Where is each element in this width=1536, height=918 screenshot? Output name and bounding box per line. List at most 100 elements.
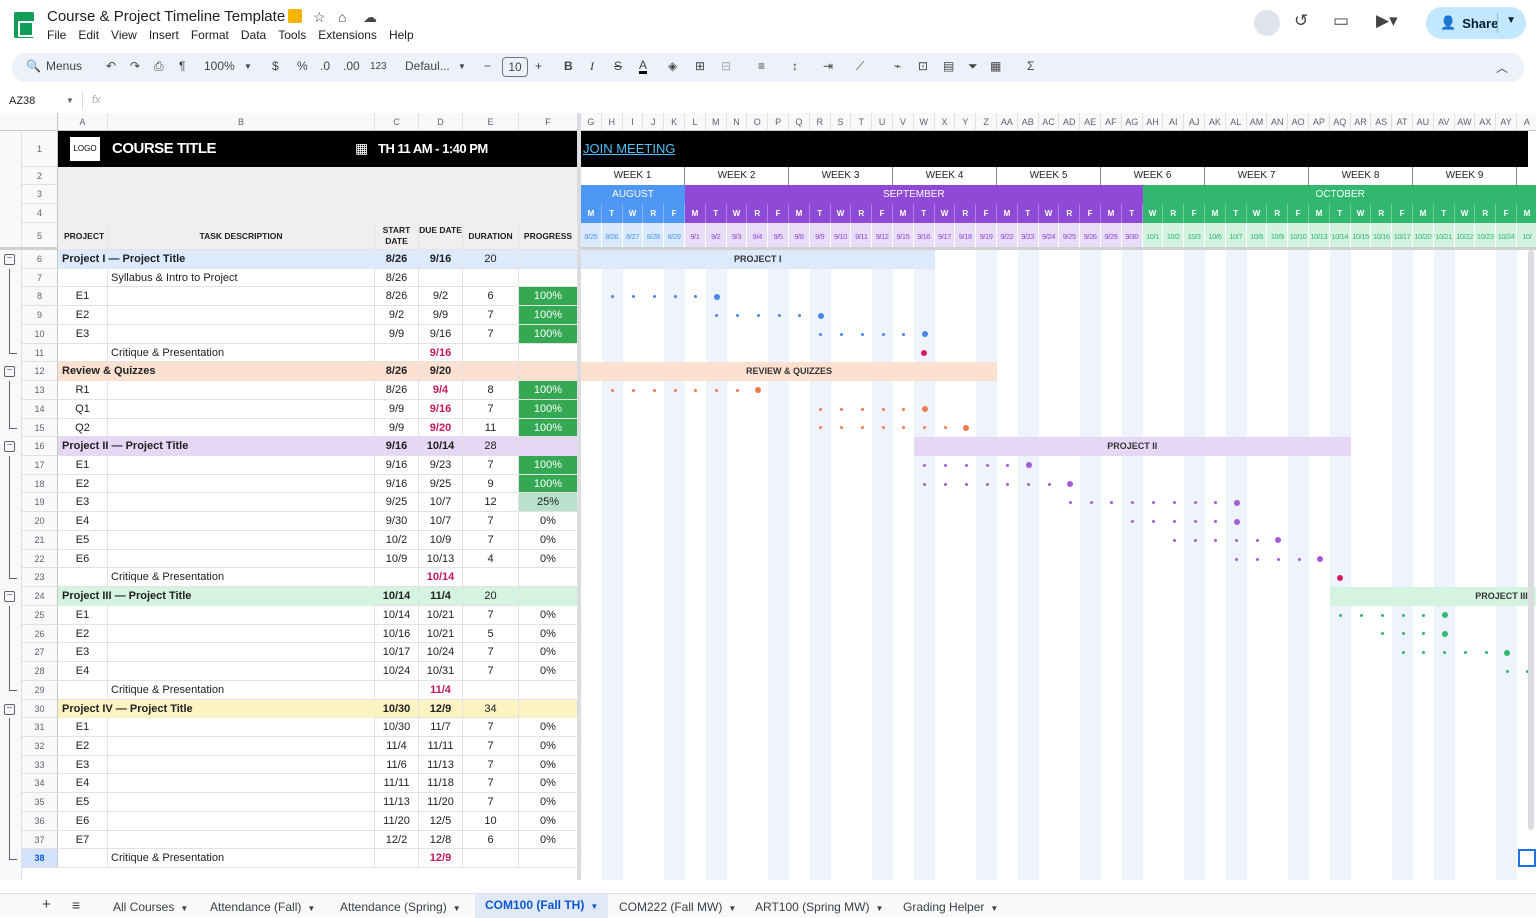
project-cell[interactable]: E3 — [58, 755, 108, 775]
menu-data[interactable]: Data — [241, 28, 266, 42]
chevron-down-icon[interactable]: ▼ — [875, 904, 883, 913]
duration-cell[interactable] — [463, 268, 519, 288]
due-date-cell[interactable]: 12/9 — [419, 699, 463, 719]
paint-format-icon[interactable]: ¶ — [179, 59, 185, 73]
row-header-27[interactable]: 27 — [22, 643, 58, 663]
duration-cell[interactable]: 34 — [463, 699, 519, 719]
project-cell[interactable]: R1 — [58, 381, 108, 400]
duration-cell[interactable]: 7 — [463, 512, 519, 531]
progress-cell[interactable]: 0% — [519, 718, 578, 737]
borders-icon[interactable]: ⊞ — [695, 59, 705, 73]
task-description-cell[interactable] — [108, 662, 375, 681]
task-description-cell[interactable] — [108, 399, 375, 419]
column-header-K[interactable]: K — [664, 113, 685, 131]
row-header-4[interactable]: 4 — [22, 204, 58, 223]
row-header-19[interactable]: 19 — [22, 493, 58, 513]
row-header-8[interactable]: 8 — [22, 287, 58, 307]
due-date-cell[interactable]: 11/7 — [419, 718, 463, 737]
column-header-N[interactable]: N — [726, 113, 748, 131]
chevron-down-icon[interactable]: ▼ — [1506, 15, 1516, 26]
row-header-10[interactable]: 10 — [22, 324, 58, 344]
duration-cell[interactable]: 7 — [463, 324, 519, 344]
column-header-W[interactable]: W — [913, 113, 935, 131]
start-date-cell[interactable]: 11/13 — [375, 793, 419, 812]
start-date-cell[interactable]: 10/9 — [375, 549, 419, 569]
column-header-AL[interactable]: AL — [1225, 113, 1247, 131]
column-header-C[interactable]: C — [375, 113, 419, 131]
row-header-26[interactable]: 26 — [22, 624, 58, 644]
task-description-cell[interactable] — [108, 474, 375, 494]
project-cell[interactable]: E1 — [58, 605, 108, 625]
progress-cell[interactable]: 0% — [519, 624, 578, 644]
rotate-icon[interactable]: ⟋ — [856, 59, 864, 74]
row-header-17[interactable]: 17 — [22, 456, 58, 475]
project-cell[interactable] — [58, 568, 108, 588]
project-cell[interactable] — [58, 680, 108, 700]
due-date-cell[interactable]: 11/18 — [419, 774, 463, 794]
row-header-34[interactable]: 34 — [22, 774, 58, 794]
progress-cell[interactable] — [519, 568, 578, 588]
column-header-AX[interactable]: AX — [1475, 113, 1497, 131]
row-header-38[interactable]: 38 — [22, 849, 58, 869]
start-date-cell[interactable]: 10/24 — [375, 662, 419, 681]
all-sheets-icon[interactable]: ≡ — [72, 897, 80, 913]
due-date-cell[interactable]: 9/2 — [419, 287, 463, 307]
percent-button[interactable]: % — [297, 59, 308, 73]
due-date-cell[interactable]: 11/11 — [419, 736, 463, 756]
progress-cell[interactable]: 0% — [519, 830, 578, 850]
filter-views-icon[interactable]: ▦ — [990, 59, 1001, 73]
text-color-button[interactable]: A — [639, 59, 648, 74]
column-header-AG[interactable]: AG — [1121, 113, 1143, 131]
due-date-cell[interactable]: 9/4 — [419, 381, 463, 400]
start-date-cell[interactable] — [375, 568, 419, 588]
progress-cell[interactable]: 0% — [519, 643, 578, 663]
project-cell[interactable]: E2 — [58, 474, 108, 494]
progress-cell[interactable]: 100% — [519, 399, 578, 419]
number-format-button[interactable]: 123 — [370, 61, 387, 72]
column-header-O[interactable]: O — [747, 113, 769, 131]
menus-search[interactable]: Menus — [46, 59, 82, 73]
row-header-36[interactable]: 36 — [22, 811, 58, 831]
section-title[interactable]: Project IV — Project Title — [62, 700, 193, 719]
start-date-cell[interactable]: 10/30 — [375, 718, 419, 737]
progress-cell[interactable]: 0% — [519, 774, 578, 794]
duration-cell[interactable] — [463, 568, 519, 588]
duration-cell[interactable]: 20 — [463, 250, 519, 269]
start-date-cell[interactable] — [375, 343, 419, 363]
project-cell[interactable]: E2 — [58, 306, 108, 325]
column-header-B[interactable]: B — [108, 113, 375, 131]
duration-cell[interactable]: 7 — [463, 605, 519, 625]
due-date-cell[interactable]: 10/13 — [419, 549, 463, 569]
row-header-15[interactable]: 15 — [22, 418, 58, 438]
start-date-cell[interactable]: 9/9 — [375, 418, 419, 438]
progress-cell[interactable]: 100% — [519, 306, 578, 325]
due-date-cell[interactable]: 9/16 — [419, 324, 463, 344]
start-date-cell[interactable]: 8/26 — [375, 362, 419, 382]
project-cell[interactable]: E4 — [58, 774, 108, 794]
task-description-cell[interactable] — [108, 493, 375, 513]
start-date-cell[interactable]: 12/2 — [375, 830, 419, 850]
task-description-cell[interactable] — [108, 793, 375, 812]
due-date-cell[interactable]: 9/16 — [419, 250, 463, 269]
task-description-cell[interactable] — [108, 512, 375, 531]
section-title[interactable]: Review & Quizzes — [62, 362, 156, 381]
project-cell[interactable] — [58, 849, 108, 869]
collapse-group-icon[interactable]: − — [4, 441, 15, 453]
select-all-corner[interactable] — [0, 113, 58, 131]
vertical-scrollbar[interactable] — [1528, 250, 1534, 830]
duration-cell[interactable] — [463, 680, 519, 700]
sheet-tab[interactable]: ART100 (Spring MW) ▼ — [755, 900, 883, 914]
collapse-toolbar-icon[interactable]: ︿ — [1496, 59, 1508, 76]
due-date-cell[interactable]: 11/4 — [419, 587, 463, 606]
duration-cell[interactable]: 7 — [463, 774, 519, 794]
row-header-14[interactable]: 14 — [22, 399, 58, 419]
task-description-cell[interactable] — [108, 830, 375, 850]
column-header-L[interactable]: L — [685, 113, 706, 131]
duration-cell[interactable] — [463, 362, 519, 382]
due-date-cell[interactable]: 9/16 — [419, 399, 463, 419]
column-header-F[interactable]: F — [519, 113, 578, 131]
star-icon[interactable]: ☆ — [313, 9, 326, 26]
column-header-X[interactable]: X — [934, 113, 956, 131]
task-description-cell[interactable]: Critique & Presentation — [108, 680, 375, 700]
cloud-status-icon[interactable]: ☁ — [363, 9, 377, 26]
